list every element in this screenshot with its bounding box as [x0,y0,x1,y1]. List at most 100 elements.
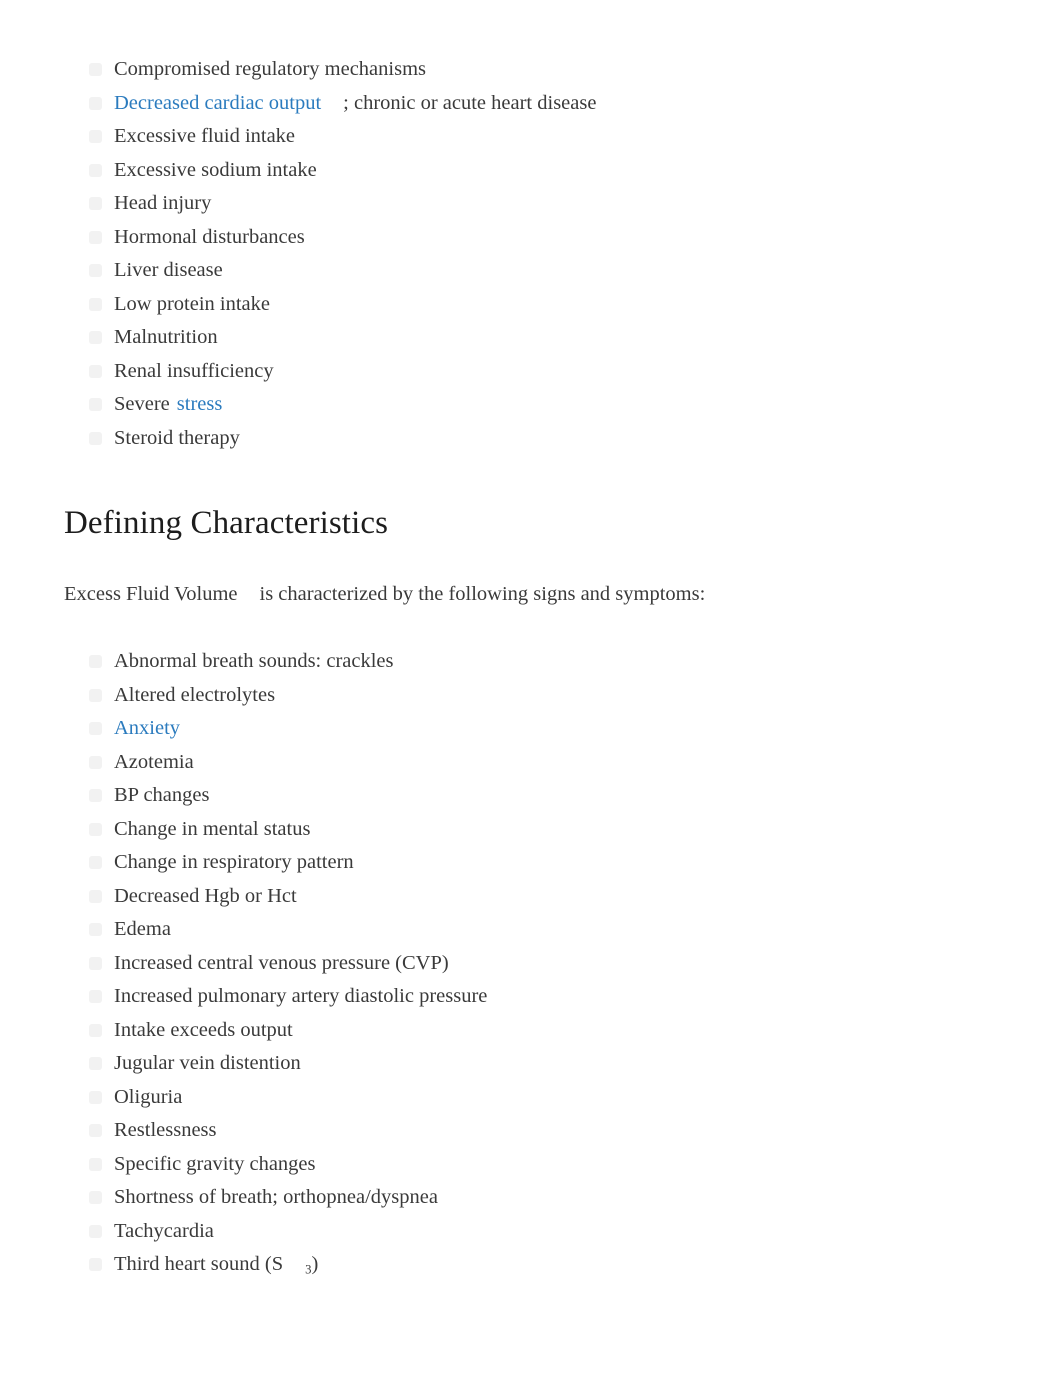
list-item-label: Decreased Hgb or Hct [114,884,297,907]
list-item-label: Malnutrition [114,326,218,348]
bullet-square-icon [89,822,102,836]
list-item-label: Jugular vein distention [114,1052,301,1074]
list-item: Intake exceeds output [64,1014,998,1048]
bullet-square-icon [89,956,102,970]
list-item: Specific gravity changes [64,1148,998,1182]
list-item: Steroid therapy [64,422,998,456]
list-item: Liver disease [64,254,998,288]
document-page: Compromised regulatory mechanisms Decreas… [0,0,1062,1377]
bullet-square-icon [89,655,102,668]
list-item: Change in respiratory pattern [64,846,998,880]
list-item: Tachycardia [64,1215,998,1249]
bullet-square-icon [89,1057,102,1070]
list-item: Edema [64,913,998,947]
bullet-square-icon [89,230,102,244]
list-item: Abnormal breath sounds: crackles [64,645,998,679]
bullet-square-icon [89,722,102,735]
list-item-label: Change in mental status [114,817,311,840]
list-item: Severe stress [64,388,998,422]
defining-characteristics-list: Abnormal breath sounds: crackles Altered … [64,645,998,1287]
list-item-label: Liver disease [114,259,223,281]
bullet-square-icon [89,163,102,177]
list-item: Change in mental status [64,813,998,847]
list-item-label: Abnormal breath sounds: crackles [114,650,394,672]
bullet-square-icon [89,96,102,110]
list-item: Renal insufficiency [64,355,998,389]
list-item-label: Excessive sodium intake [114,158,317,181]
list-item-label: Increased central venous pressure (CVP) [114,951,449,974]
list-item-label: Hormonal disturbances [114,225,305,248]
list-item: Compromised regulatory mechanisms [64,53,998,87]
list-item-label: Change in respiratory pattern [114,851,354,873]
list-item-label: Severe [114,393,170,415]
list-item: Head injury [64,187,998,221]
section-intro-paragraph: Excess Fluid Volume is characterized by t… [64,579,998,609]
bullet-square-icon [89,1157,102,1171]
bullet-square-icon [89,755,102,769]
bullet-square-icon [89,1191,102,1204]
page-title: Defining Characteristics [64,505,389,541]
list-item-label: Specific gravity changes [114,1152,316,1175]
list-item-label: Restlessness [114,1119,217,1141]
list-item: Decreased cardiac output ; chronic or acu… [64,87,998,121]
list-item-link[interactable]: Decreased cardiac output [114,92,321,114]
list-item: Excessive sodium intake [64,154,998,188]
list-item-label: Altered electrolytes [114,683,276,706]
bullet-square-icon [89,264,102,277]
list-item: Anxiety [64,712,998,746]
bullet-square-icon [89,688,102,702]
list-item-label: Tachycardia [114,1219,214,1242]
list-item-label: Azotemia [114,750,194,773]
list-item: Altered electrolytes [64,679,998,713]
list-item-label: Edema [114,918,171,940]
list-item-label: Shortness of breath; orthopnea/dyspnea [114,1186,438,1208]
list-item-link[interactable]: Anxiety [114,717,180,739]
list-item: Oliguria [64,1081,998,1115]
list-item-label: Intake exceeds output [114,1018,293,1041]
list-item: Azotemia [64,746,998,780]
intro-term: Excess Fluid Volume [64,583,238,605]
list-item: Restlessness [64,1114,998,1148]
bullet-square-icon [89,197,102,210]
list-item: Excessive fluid intake [64,120,998,154]
related-factors-list: Compromised regulatory mechanisms Decreas… [64,53,998,455]
list-item: Increased pulmonary artery diastolic pre… [64,980,998,1014]
bullet-square-icon [89,364,102,378]
bullet-square-icon [89,1124,102,1137]
bullet-square-icon [89,1023,102,1037]
bullet-square-icon [89,889,102,903]
intro-rest: is characterized by the following signs … [259,583,706,605]
list-item: BP changes [64,779,998,813]
list-item-label: Steroid therapy [114,426,240,449]
list-item-label: Renal insufficiency [114,359,274,382]
bullet-square-icon [89,431,102,445]
bullet-square-icon [89,1090,102,1104]
list-item-label: Increased pulmonary artery diastolic pre… [114,985,488,1007]
list-item-link[interactable]: stress [177,393,223,415]
list-item: Low protein intake [64,288,998,322]
list-item-label: Low protein intake [114,292,270,315]
bullet-square-icon [89,1258,102,1271]
bullet-square-icon [89,923,102,936]
list-item: Decreased Hgb or Hct [64,880,998,914]
bullet-square-icon [89,130,102,143]
list-item-label: Excessive fluid intake [114,125,296,147]
list-item: Third heart sound (S 3) [64,1248,998,1287]
list-item-label: Head injury [114,192,212,214]
list-item: Hormonal disturbances [64,221,998,255]
bullet-square-icon [89,63,102,76]
list-item-label: BP changes [114,784,210,806]
bullet-square-icon [89,398,102,411]
bullet-square-icon [89,856,102,869]
bullet-square-icon [89,331,102,344]
list-item-label: Oliguria [114,1085,183,1108]
list-item: Malnutrition [64,321,998,355]
list-item-suffix: ; chronic or acute heart disease [343,91,597,114]
list-item: Increased central venous pressure (CVP) [64,947,998,981]
bullet-square-icon [89,789,102,802]
list-item-tail: ) [311,1253,319,1275]
bullet-square-icon [89,297,102,311]
list-item-label: Third heart sound (S [114,1253,284,1275]
list-item: Shortness of breath; orthopnea/dyspnea [64,1181,998,1215]
bullet-square-icon [89,1224,102,1238]
